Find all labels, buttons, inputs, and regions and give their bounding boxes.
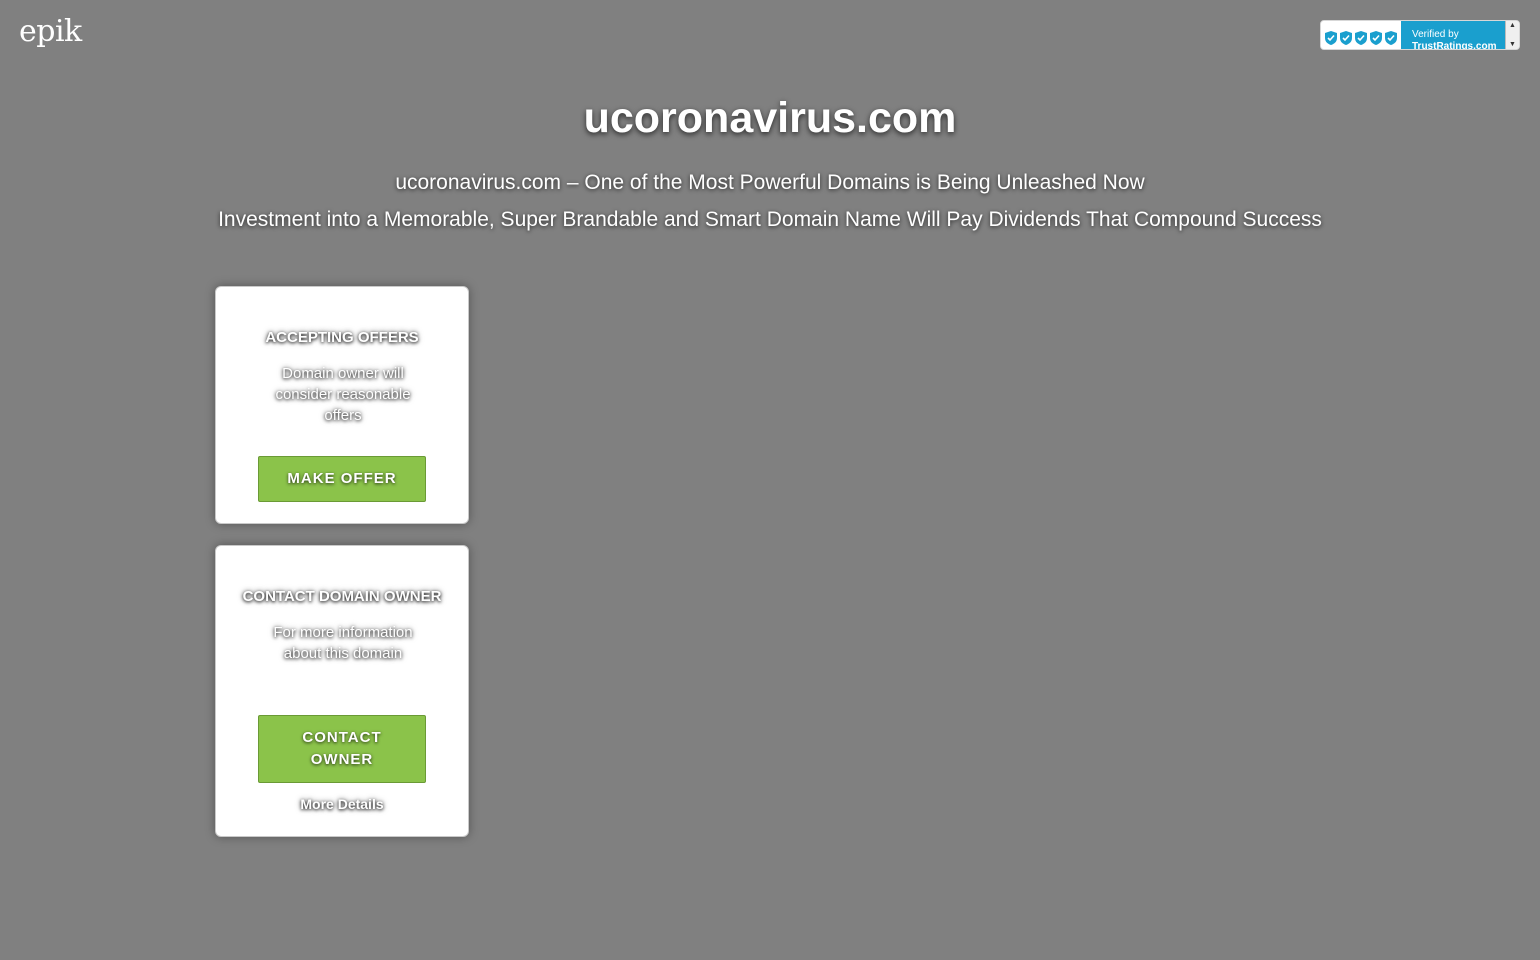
more-details-link[interactable]: More Details bbox=[216, 794, 468, 814]
shield-icons bbox=[1321, 21, 1401, 49]
shield-icon bbox=[1385, 31, 1397, 45]
contact-owner-card: CONTACT DOMAIN OWNER For more informatio… bbox=[215, 545, 469, 837]
card-description: Domain owner will consider reasonable of… bbox=[275, 365, 411, 424]
tagline-secondary: Investment into a Memorable, Super Brand… bbox=[218, 208, 1322, 231]
shield-icon bbox=[1370, 31, 1382, 45]
shield-icon bbox=[1355, 31, 1367, 45]
scroll-up-icon[interactable]: ▲ bbox=[1509, 22, 1516, 29]
badge-scrollbar[interactable]: ▲ ▼ bbox=[1505, 21, 1519, 49]
card-title: ACCEPTING OFFERS bbox=[265, 329, 419, 346]
card-description: For more information about this domain bbox=[273, 624, 413, 662]
scroll-down-icon[interactable]: ▼ bbox=[1509, 41, 1516, 48]
make-offer-button[interactable]: MAKE OFFER bbox=[258, 456, 426, 502]
shield-icon bbox=[1325, 31, 1337, 45]
trust-badge-line2: TrustRatings.com bbox=[1412, 41, 1497, 49]
epik-logo[interactable]: epik bbox=[19, 12, 82, 52]
trust-ratings-badge[interactable]: Verified by TrustRatings.com ▲ ▼ bbox=[1320, 20, 1520, 50]
trust-badge-line1: Verified by bbox=[1412, 29, 1459, 40]
shield-icon bbox=[1340, 31, 1352, 45]
card-title: CONTACT DOMAIN OWNER bbox=[242, 588, 442, 605]
accepting-offers-card: ACCEPTING OFFERS Domain owner will consi… bbox=[215, 286, 469, 524]
tagline-primary: ucoronavirus.com – One of the Most Power… bbox=[395, 171, 1145, 194]
contact-owner-button[interactable]: CONTACT OWNER bbox=[258, 715, 426, 783]
domain-title: ucoronavirus.com bbox=[583, 94, 957, 142]
trust-badge-text: Verified by TrustRatings.com bbox=[1401, 21, 1505, 49]
